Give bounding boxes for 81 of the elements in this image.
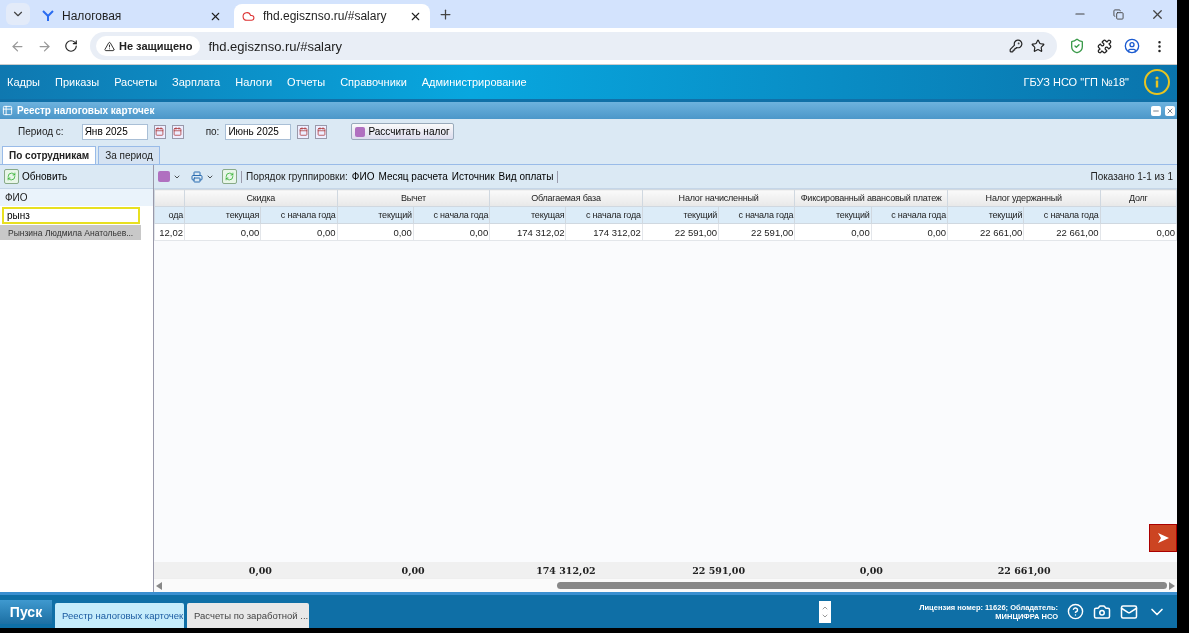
tab-list-button[interactable] <box>6 3 30 25</box>
start-button[interactable]: Пуск <box>0 599 52 624</box>
scrollbar-thumb[interactable] <box>557 582 1167 589</box>
column-group-header: Скидка <box>184 189 338 207</box>
column-header: ФИО <box>0 189 153 206</box>
close-icon <box>1166 106 1174 115</box>
mail-icon[interactable] <box>1120 602 1138 621</box>
column-group-header: Налог удержанный <box>947 189 1101 207</box>
grouping-item[interactable]: Месяц расчета <box>378 171 448 182</box>
new-tab-button[interactable] <box>438 6 453 22</box>
profile-icon[interactable] <box>1124 38 1140 54</box>
grouping-label: Порядок группировки: <box>246 171 348 182</box>
camera-icon[interactable] <box>1093 602 1111 621</box>
spinner-control[interactable] <box>819 600 831 623</box>
total-cell: 22 591,00 <box>642 562 795 578</box>
calendar-icon[interactable] <box>297 124 310 139</box>
menu-item[interactable]: Кадры <box>7 76 40 88</box>
extensions-icon[interactable] <box>1097 38 1112 54</box>
window-title: Реестр налоговых карточек <box>17 105 155 116</box>
column-group-header: Фиксированный авансовый платеж <box>794 189 948 207</box>
y-logo-icon <box>42 10 54 22</box>
paging-info: Показано 1-1 из 1 <box>1090 171 1173 182</box>
minimize-button[interactable] <box>1151 105 1161 116</box>
info-icon[interactable] <box>1144 69 1170 95</box>
organization-name: ГБУЗ НСО "ГП №18" <box>1023 76 1129 88</box>
grouping-item[interactable]: Источник <box>451 171 495 182</box>
print-dropdown-button[interactable] <box>191 170 214 183</box>
cloud-icon <box>242 9 255 23</box>
total-cell: 22 661,00 <box>947 562 1101 578</box>
filter-field[interactable]: рынз <box>2 207 140 224</box>
report-icon[interactable] <box>1149 524 1177 552</box>
reload-button[interactable] <box>64 39 78 53</box>
date-field[interactable]: Янв 2025 <box>81 123 148 140</box>
grouping-item[interactable]: Вид оплаты <box>498 171 554 182</box>
back-button[interactable] <box>10 38 25 54</box>
calendar-icon[interactable] <box>171 124 184 139</box>
calendar-icon[interactable] <box>315 124 328 139</box>
date-field[interactable]: Июнь 2025 <box>225 123 292 140</box>
field-label: по: <box>205 126 220 137</box>
close-button[interactable] <box>1165 105 1175 116</box>
scroll-right-icon[interactable] <box>1169 581 1175 590</box>
total-cell: 0,00 <box>795 562 948 578</box>
add-dropdown-button[interactable] <box>158 171 181 182</box>
tab[interactable]: По сотрудникам <box>2 146 97 164</box>
refresh-button[interactable] <box>222 169 237 184</box>
menu-item[interactable]: Зарплата <box>172 76 221 88</box>
table-icon <box>2 105 13 116</box>
shield-icon[interactable] <box>1069 38 1085 54</box>
column-group-header: Вычет <box>337 189 490 207</box>
tab[interactable]: За период <box>98 146 160 164</box>
help-icon[interactable] <box>1067 603 1084 620</box>
refresh-icon <box>4 169 19 184</box>
restore-icon <box>1113 8 1124 20</box>
url-field[interactable]: fhd.egisznso.ru/#salary <box>208 38 1001 54</box>
menu-item[interactable]: Приказы <box>54 76 100 88</box>
menu-item[interactable]: Расчеты <box>114 76 158 88</box>
scroll-left-icon[interactable] <box>156 581 162 590</box>
calculate-button[interactable]: Рассчитать налог <box>351 123 454 140</box>
column-group-header: Налог начисленный <box>642 189 795 207</box>
browser-tab[interactable]: Налоговая <box>34 4 230 28</box>
total-cell: 174 312,02 <box>489 562 643 578</box>
browser-tab[interactable]: fhd.egisznso.ru/#salary <box>234 4 430 28</box>
key-icon[interactable] <box>1009 39 1023 53</box>
taskbar-item[interactable]: Реестр налоговых карточек <box>55 603 184 628</box>
warning-icon <box>104 40 115 52</box>
refresh-icon <box>222 169 237 184</box>
total-cell: 0,00 <box>336 562 490 578</box>
calendar-icon[interactable] <box>153 124 166 139</box>
taskbar-item[interactable]: Расчеты по заработной ... <box>187 603 309 628</box>
grouping-item[interactable]: ФИО <box>351 171 375 182</box>
field-label: Период с: <box>18 126 64 137</box>
security-chip[interactable]: Не защищено <box>96 36 201 56</box>
printer-icon <box>191 170 203 183</box>
menu-item[interactable]: Налоги <box>235 76 273 88</box>
restore-button[interactable] <box>1113 8 1124 20</box>
employee-item[interactable]: Рынзина Людмила Анатольев... <box>0 225 141 240</box>
column-group-header: Долг <box>1100 189 1177 207</box>
star-icon[interactable] <box>1031 39 1045 53</box>
forward-button[interactable] <box>37 38 52 54</box>
total-cell: 0,00 <box>184 562 337 578</box>
column-group-header: Облагаемая база <box>489 189 643 207</box>
